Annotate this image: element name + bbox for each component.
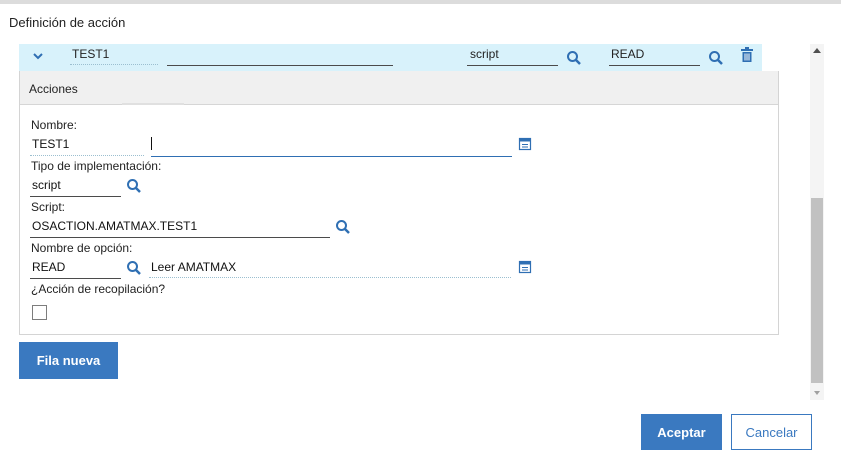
panel-tab-indicator — [122, 103, 184, 105]
chevron-down-icon[interactable] — [31, 49, 45, 63]
script-label: Script: — [31, 200, 66, 214]
impl-type-input[interactable] — [30, 195, 121, 197]
option-name-value: READ — [32, 260, 66, 274]
impl-type-value: script — [32, 178, 61, 192]
background-page-strip — [0, 0, 841, 4]
row-description-field[interactable] — [167, 64, 393, 66]
option-description-underline — [149, 277, 511, 278]
scroll-down-arrow-icon[interactable] — [814, 391, 820, 395]
row-name-underline — [70, 64, 158, 65]
search-icon[interactable] — [335, 219, 351, 235]
delete-icon[interactable] — [740, 47, 754, 63]
search-icon[interactable] — [126, 260, 142, 276]
row-option: READ — [611, 47, 645, 61]
impl-type-label: Tipo de implementación: — [31, 159, 162, 173]
script-value: OSACTION.AMATMAX.TEST1 — [32, 219, 198, 233]
collect-action-label: ¿Acción de recopilación? — [31, 282, 166, 296]
option-name-label: Nombre de opción: — [31, 241, 133, 255]
name-underline — [30, 155, 144, 156]
dialog-title: Definición de acción — [9, 15, 126, 30]
scrollbar-thumb[interactable] — [811, 198, 823, 383]
new-row-button[interactable]: Fila nueva — [19, 342, 118, 379]
row-type: script — [470, 47, 499, 61]
name-label: Nombre: — [31, 118, 78, 132]
name-description-input[interactable] — [151, 155, 512, 157]
search-icon[interactable] — [566, 50, 582, 66]
row-option-field[interactable] — [609, 64, 700, 66]
option-name-input[interactable] — [30, 277, 121, 279]
long-description-icon[interactable] — [518, 137, 534, 153]
actions-panel-header — [20, 71, 778, 105]
search-icon[interactable] — [126, 178, 142, 194]
row-name: TEST1 — [72, 47, 110, 61]
scroll-up-arrow-icon[interactable] — [813, 48, 821, 53]
actions-panel-title: Acciones — [29, 82, 78, 96]
accept-button[interactable]: Aceptar — [641, 414, 722, 450]
action-row[interactable] — [19, 44, 762, 71]
script-input[interactable] — [30, 236, 330, 238]
cancel-button[interactable]: Cancelar — [731, 414, 812, 450]
row-type-field[interactable] — [467, 64, 558, 66]
option-description: Leer AMATMAX — [151, 260, 237, 274]
text-cursor — [151, 137, 152, 150]
long-description-icon[interactable] — [518, 260, 534, 276]
name-value: TEST1 — [32, 137, 70, 151]
collect-action-checkbox[interactable] — [32, 305, 47, 320]
search-icon[interactable] — [708, 50, 724, 66]
